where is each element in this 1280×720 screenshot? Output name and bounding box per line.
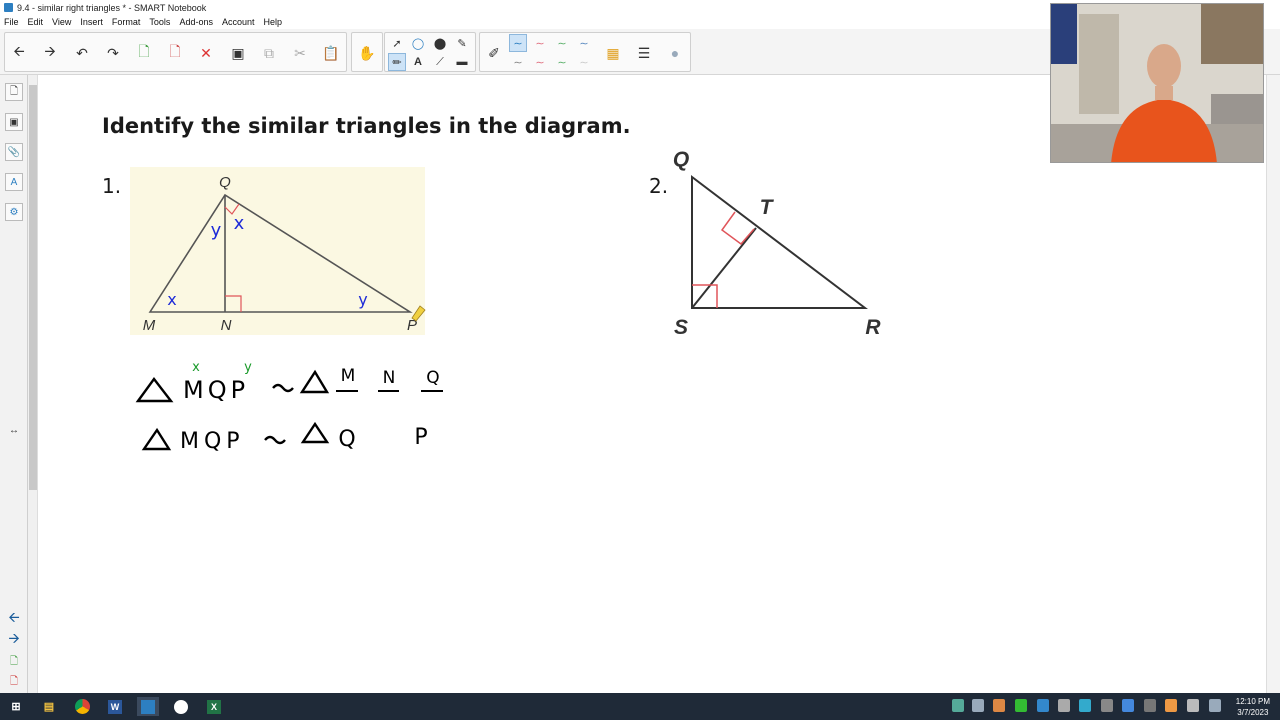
line1-right-q: Q xyxy=(426,368,439,388)
mark-y-over-p: y xyxy=(244,360,252,375)
excel-icon[interactable]: X xyxy=(203,697,225,716)
tray-orange-icon[interactable] xyxy=(993,699,1005,712)
tray-s-icon[interactable] xyxy=(1037,699,1049,712)
volume-icon[interactable] xyxy=(972,699,984,712)
tray-green-icon[interactable] xyxy=(1015,699,1027,712)
tray-pen-icon[interactable] xyxy=(1187,699,1199,712)
line2-left-name: MQP xyxy=(180,429,245,454)
tray-usb-icon[interactable] xyxy=(1101,699,1113,712)
line2-right-q: Q xyxy=(338,427,355,452)
screen-recorder-icon[interactable] xyxy=(170,697,192,716)
tray-speaker-icon[interactable] xyxy=(1209,699,1221,712)
tray-cyan-icon[interactable] xyxy=(1079,699,1091,712)
wifi-icon[interactable] xyxy=(1144,699,1156,712)
triangle-symbol-2 xyxy=(299,369,330,394)
bluetooth-icon[interactable] xyxy=(1122,699,1134,712)
mark-x-over-m: x xyxy=(192,360,200,375)
word-icon[interactable]: W xyxy=(104,697,126,716)
file-explorer-icon[interactable]: ▤ xyxy=(38,697,60,716)
line1-right-m: M xyxy=(341,366,356,386)
tray-chrome-icon[interactable] xyxy=(1165,699,1177,712)
system-clock[interactable]: 12:10 PM 3/7/2023 xyxy=(1236,696,1270,718)
smart-notebook-taskbar-icon[interactable] xyxy=(137,697,159,716)
triangle-symbol-4 xyxy=(300,421,330,444)
triangle-symbol-1 xyxy=(135,376,174,403)
presenter-video-image xyxy=(1051,4,1263,162)
windows-taskbar: ⊞ ▤ W X 12:10 PM 3/7/2023 xyxy=(0,693,1280,720)
line2-right-p: P xyxy=(414,425,427,450)
tray-gray-icon[interactable] xyxy=(1058,699,1070,712)
line1-left-name: MQP xyxy=(183,376,249,404)
start-windows-icon[interactable]: ⊞ xyxy=(5,697,27,716)
similar-symbol-2 xyxy=(264,435,286,445)
similar-symbol-1 xyxy=(272,383,294,393)
smart-notebook-window: 9.4 - similar right triangles * - SMART … xyxy=(0,0,1280,720)
clock-date: 3/7/2023 xyxy=(1237,708,1269,717)
clock-time: 12:10 PM xyxy=(1235,697,1270,706)
webcam-overlay xyxy=(1050,3,1264,163)
chrome-icon[interactable] xyxy=(71,697,93,716)
triangle-symbol-3 xyxy=(141,427,172,451)
line1-right-n: N xyxy=(383,368,396,388)
tray-app-icon[interactable] xyxy=(952,699,964,712)
